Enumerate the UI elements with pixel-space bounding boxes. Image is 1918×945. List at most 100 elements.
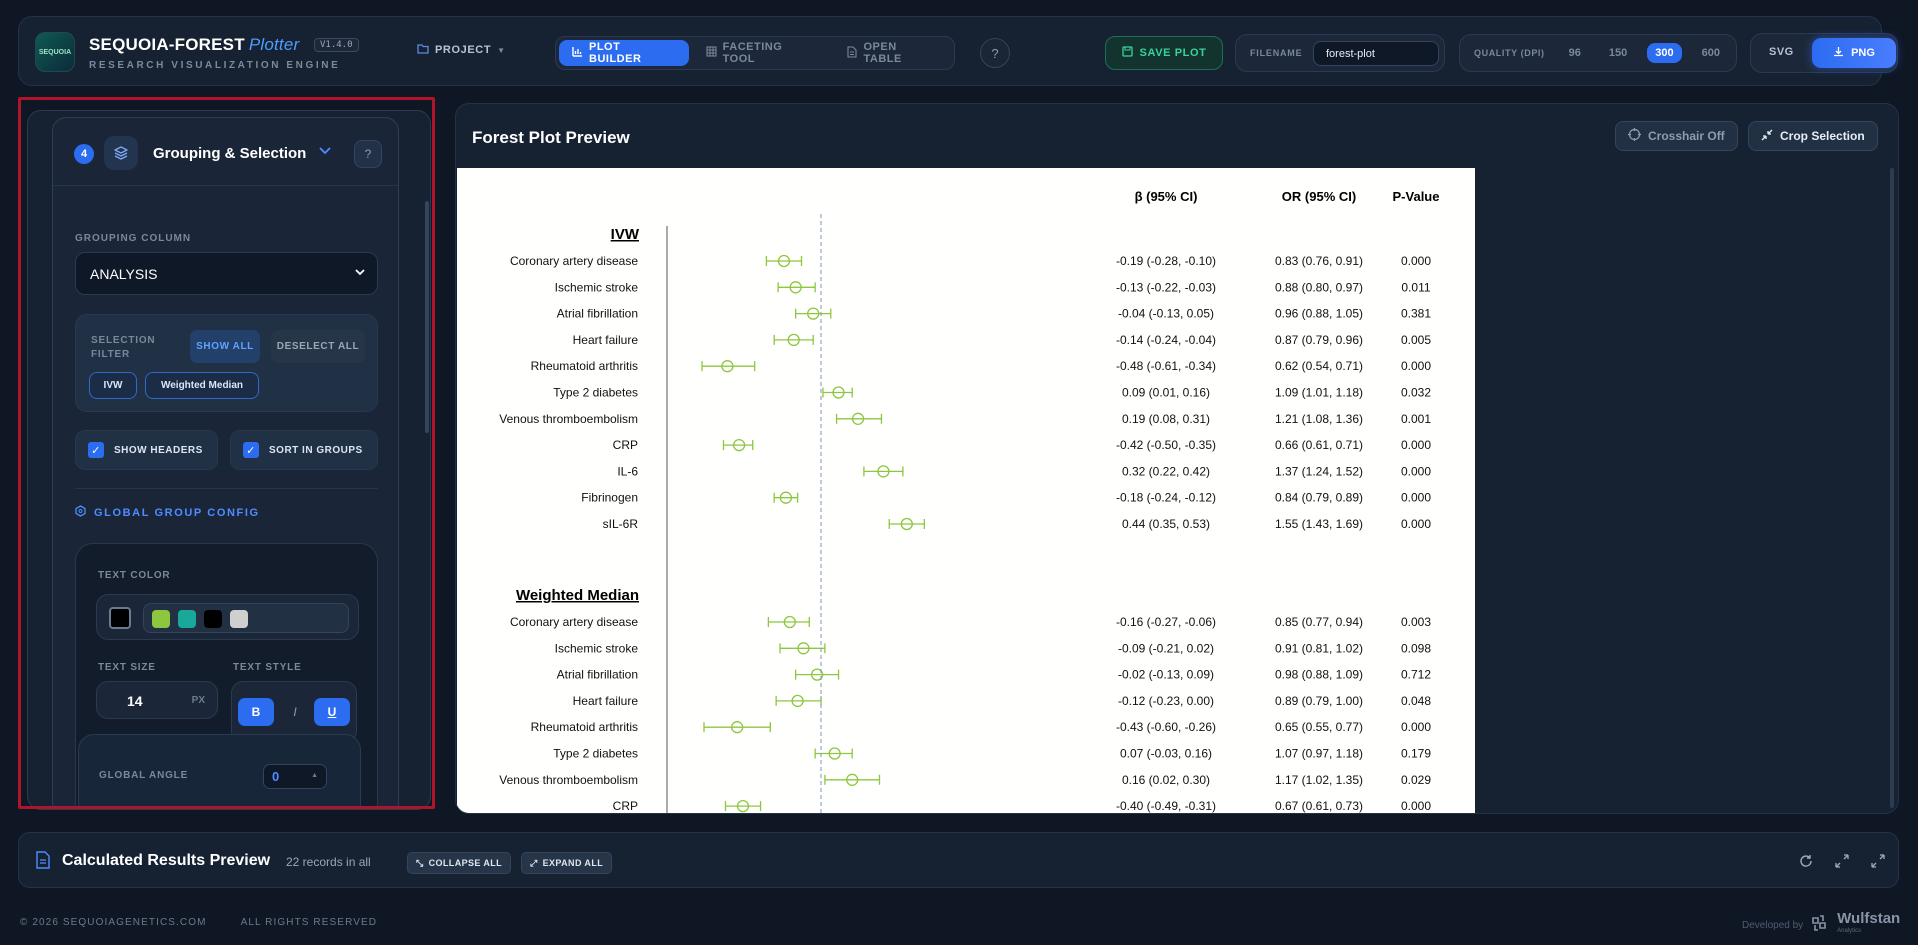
quality-option-150[interactable]: 150 xyxy=(1601,43,1635,63)
expand-all-button[interactable]: ⤢ EXPAND ALL xyxy=(521,852,613,874)
tab-faceting-tool[interactable]: FACETING TOOL xyxy=(693,40,831,66)
column-header: P-Value xyxy=(1393,189,1440,204)
developer-brand: Wulfstan Analytics xyxy=(1837,911,1900,938)
brand-subtitle: Plotter xyxy=(248,35,300,54)
row-label: Coronary artery disease xyxy=(510,254,638,268)
group-header: Weighted Median xyxy=(516,587,639,604)
or-ci-cell: 0.84 (0.79, 0.89) xyxy=(1275,491,1363,505)
export-svg-button[interactable]: SVG xyxy=(1769,46,1794,58)
group-header: IVW xyxy=(611,226,640,243)
p-value-cell: 0.003 xyxy=(1401,615,1431,629)
p-value-cell: 0.032 xyxy=(1401,386,1431,400)
crosshair-toggle-button[interactable]: Crosshair Off xyxy=(1615,121,1738,151)
tab-label: OPEN TABLE xyxy=(863,41,902,65)
row-label: Rheumatoid arthritis xyxy=(531,720,638,734)
row-label: Heart failure xyxy=(573,694,639,708)
p-value-cell: 0.029 xyxy=(1401,773,1431,787)
refresh-icon[interactable] xyxy=(1796,851,1816,871)
quality-option-300[interactable]: 300 xyxy=(1647,43,1682,63)
row-label: Type 2 diabetes xyxy=(553,747,638,761)
tab-open-table[interactable]: OPEN TABLE xyxy=(834,40,951,66)
p-value-cell: 0.048 xyxy=(1401,694,1431,708)
tab-label: FACETING TOOL xyxy=(722,41,783,65)
beta-ci-cell: -0.42 (-0.50, -0.35) xyxy=(1116,438,1216,452)
p-value-cell: 0.000 xyxy=(1401,254,1431,268)
p-value-cell: 0.712 xyxy=(1401,668,1431,682)
collapse-all-button[interactable]: ⤡ COLLAPSE ALL xyxy=(407,852,512,874)
developed-by-label: Developed by xyxy=(1742,919,1804,931)
filename-label: FILENAME xyxy=(1250,48,1303,58)
beta-ci-cell: -0.48 (-0.61, -0.34) xyxy=(1116,359,1216,373)
or-ci-cell: 0.96 (0.88, 1.05) xyxy=(1275,307,1363,321)
export-png-button[interactable]: PNG xyxy=(1812,38,1896,68)
row-label: IL-6 xyxy=(617,464,638,478)
export-format: SVG PNG xyxy=(1750,33,1898,73)
or-ci-cell: 1.09 (1.01, 1.18) xyxy=(1275,386,1363,400)
p-value-cell: 0.000 xyxy=(1401,464,1431,478)
mode-tabs: PLOT BUILDER FACETING TOOL OPEN TABLE xyxy=(555,36,955,70)
row-label: Atrial fibrillation xyxy=(557,668,638,682)
or-ci-cell: 0.89 (0.79, 1.00) xyxy=(1275,694,1363,708)
p-value-cell: 0.000 xyxy=(1401,517,1431,531)
results-count: 22 records in all xyxy=(286,855,371,869)
p-value-cell: 0.011 xyxy=(1401,280,1430,294)
beta-ci-cell: 0.19 (0.08, 0.31) xyxy=(1122,412,1210,426)
or-ci-cell: 0.67 (0.61, 0.73) xyxy=(1275,799,1363,813)
brand-tagline: RESEARCH VISUALIZATION ENGINE xyxy=(89,60,341,71)
plot-scrollbar[interactable] xyxy=(1890,168,1894,808)
tab-label: PLOT BUILDER xyxy=(589,41,642,65)
row-label: CRP xyxy=(613,799,638,813)
row-label: Type 2 diabetes xyxy=(553,386,638,400)
quality-selector: QUALITY (DPI) 96 150 300 600 xyxy=(1459,34,1737,72)
p-value-cell: 0.000 xyxy=(1401,491,1431,505)
p-value-cell: 0.000 xyxy=(1401,799,1431,813)
beta-ci-cell: -0.19 (-0.28, -0.10) xyxy=(1116,254,1216,268)
p-value-cell: 0.000 xyxy=(1401,359,1431,373)
wulfstan-logo-icon xyxy=(1811,914,1829,937)
or-ci-cell: 0.87 (0.79, 0.96) xyxy=(1275,333,1363,347)
copyright-text: © 2026 SEQUOIAGENETICS.COM xyxy=(20,917,207,928)
quality-option-600[interactable]: 600 xyxy=(1694,43,1728,63)
help-button[interactable]: ? xyxy=(980,38,1010,68)
or-ci-cell: 0.66 (0.61, 0.71) xyxy=(1275,438,1363,452)
save-icon xyxy=(1121,46,1133,60)
p-value-cell: 0.179 xyxy=(1401,747,1431,761)
bar-chart-icon xyxy=(572,46,583,60)
filename-input[interactable] xyxy=(1313,41,1439,66)
resize-icon[interactable] xyxy=(1832,851,1852,871)
help-icon: ? xyxy=(991,45,999,61)
p-value-cell: 0.000 xyxy=(1401,720,1431,734)
beta-ci-cell: 0.16 (0.02, 0.30) xyxy=(1122,773,1210,787)
quality-option-96[interactable]: 96 xyxy=(1561,43,1589,63)
expand-icon: ⤢ xyxy=(530,857,538,868)
tab-plot-builder[interactable]: PLOT BUILDER xyxy=(559,40,689,66)
p-value-cell: 0.000 xyxy=(1401,438,1431,452)
project-label: PROJECT xyxy=(435,44,492,56)
row-label: Ischemic stroke xyxy=(555,280,639,294)
or-ci-cell: 0.98 (0.88, 1.09) xyxy=(1275,668,1363,682)
row-label: Atrial fibrillation xyxy=(557,307,638,321)
beta-ci-cell: -0.40 (-0.49, -0.31) xyxy=(1116,799,1216,813)
or-ci-cell: 1.21 (1.08, 1.36) xyxy=(1275,412,1363,426)
crop-selection-button[interactable]: Crop Selection xyxy=(1748,121,1878,151)
column-header: β (95% CI) xyxy=(1135,189,1198,204)
project-menu-button[interactable]: PROJECT ▼ xyxy=(417,43,506,57)
plot-canvas[interactable]: β (95% CI) OR (95% CI) P-Value IVW Coronary … xyxy=(457,168,1475,813)
filename-group: FILENAME xyxy=(1235,34,1445,72)
grid-icon xyxy=(706,46,717,60)
fullscreen-icon[interactable] xyxy=(1868,851,1888,871)
beta-ci-cell: -0.18 (-0.24, -0.12) xyxy=(1116,491,1216,505)
row-label: sIL-6R xyxy=(603,517,639,531)
beta-ci-cell: -0.16 (-0.27, -0.06) xyxy=(1116,615,1216,629)
brand-title: SEQUOIA-FOREST xyxy=(89,35,245,54)
results-title: Calculated Results Preview xyxy=(62,852,271,869)
download-icon xyxy=(1833,46,1844,60)
beta-ci-cell: -0.02 (-0.13, 0.09) xyxy=(1118,668,1214,682)
save-plot-button[interactable]: SAVE PLOT xyxy=(1105,36,1223,70)
beta-ci-cell: -0.13 (-0.22, -0.03) xyxy=(1116,280,1216,294)
beta-ci-cell: -0.14 (-0.24, -0.04) xyxy=(1116,333,1216,347)
row-label: Venous thromboembolism xyxy=(499,773,638,787)
row-label: Rheumatoid arthritis xyxy=(531,359,638,373)
collapse-all-label: COLLAPSE ALL xyxy=(428,858,503,868)
row-label: Ischemic stroke xyxy=(555,641,639,655)
